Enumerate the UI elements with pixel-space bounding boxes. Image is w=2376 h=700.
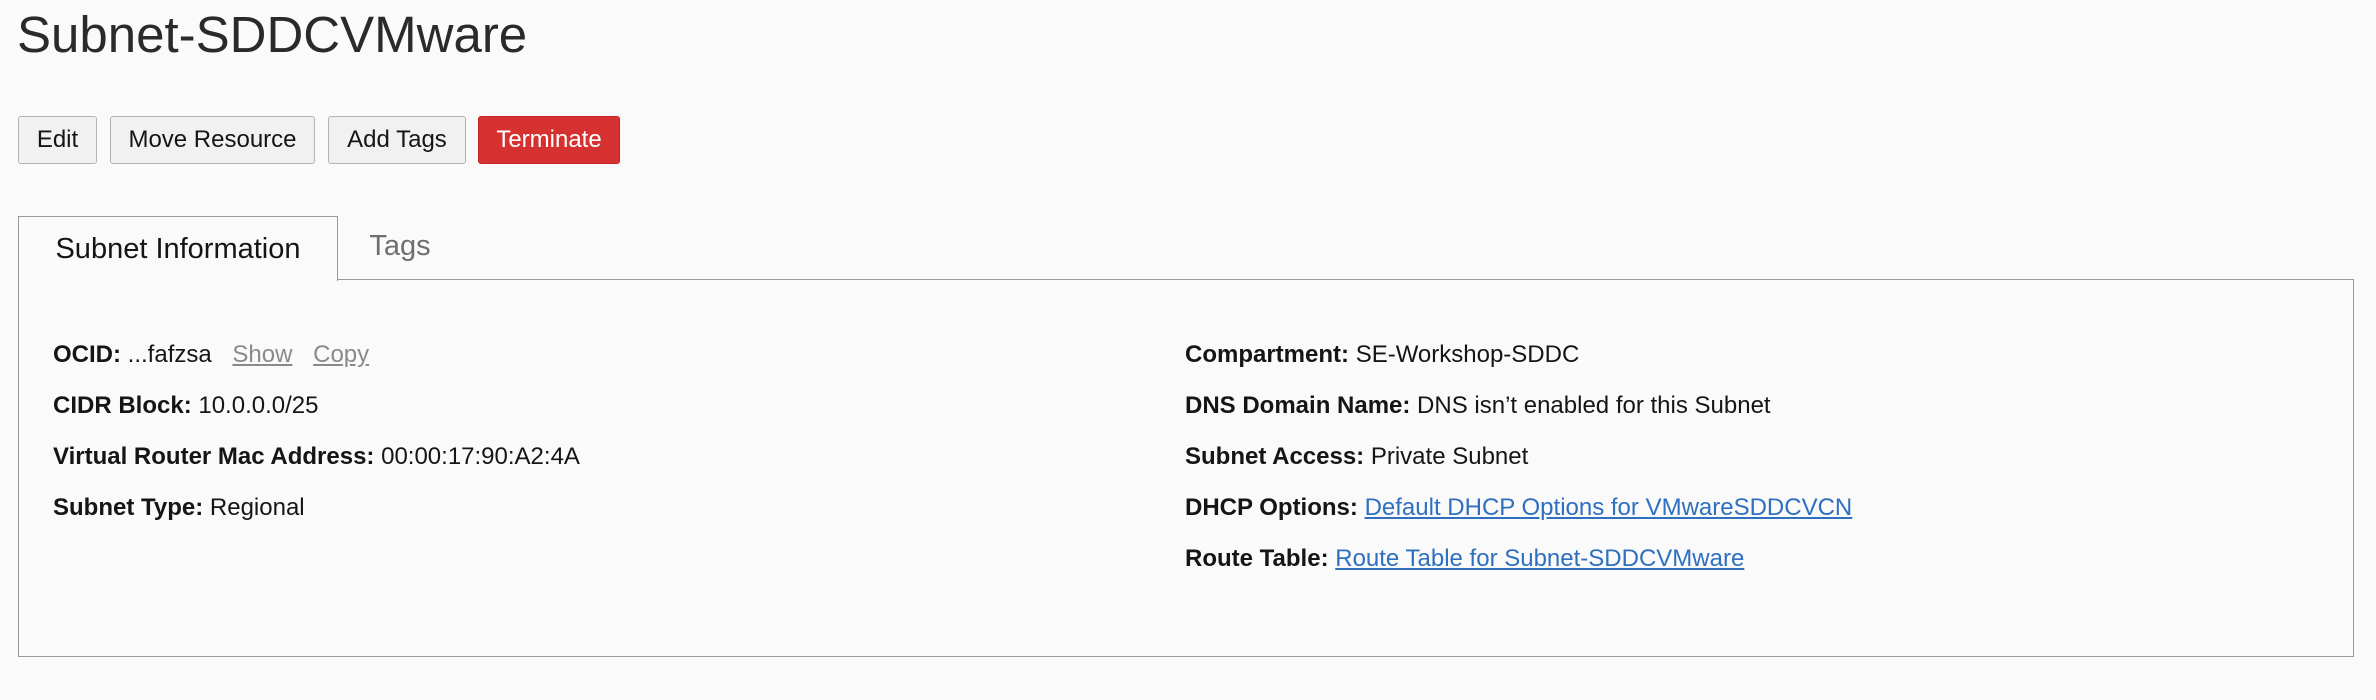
subnet-access-label: Subnet Access: [1185, 443, 1365, 470]
route-table-link[interactable]: Route Table for Subnet-SDDCVMware [1335, 545, 1744, 572]
ocid-copy-link[interactable]: Copy [313, 341, 369, 368]
virtual-router-mac-value: 00:00:17:90:A2:4A [381, 443, 580, 470]
ocid-show-link[interactable]: Show [232, 341, 292, 368]
dns-domain-name-value: DNS isn’t enabled for this Subnet [1417, 392, 1771, 419]
compartment-label: Compartment: [1185, 341, 1350, 368]
page-title: Subnet-SDDCVMware [17, 6, 528, 63]
edit-button[interactable]: Edit [18, 116, 97, 164]
cidr-block-field: CIDR Block: 10.0.0.0/25 [53, 391, 318, 421]
subnet-information-panel: OCID: ...fafzsa Show Copy CIDR Block: 10… [18, 279, 2354, 657]
ocid-field: OCID: ...fafzsa Show Copy [53, 340, 369, 370]
dhcp-options-link[interactable]: Default DHCP Options for VMwareSDDCVCN [1365, 494, 1853, 521]
move-resource-button[interactable]: Move Resource [110, 116, 315, 164]
dhcp-options-field: DHCP Options: Default DHCP Options for V… [1185, 493, 1852, 523]
compartment-field: Compartment: SE-Workshop-SDDC [1185, 340, 1579, 370]
route-table-field: Route Table: Route Table for Subnet-SDDC… [1185, 544, 1744, 574]
dns-domain-name-label: DNS Domain Name: [1185, 392, 1411, 419]
add-tags-button[interactable]: Add Tags [328, 116, 466, 164]
subnet-type-value: Regional [209, 494, 305, 521]
dns-domain-name-field: DNS Domain Name: DNS isn’t enabled for t… [1185, 391, 1771, 421]
cidr-block-value: 10.0.0.0/25 [198, 392, 319, 419]
route-table-label: Route Table: [1185, 545, 1329, 572]
subnet-access-value: Private Subnet [1370, 443, 1529, 470]
tab-subnet-information[interactable]: Subnet Information [18, 216, 338, 281]
ocid-label: OCID: [53, 341, 121, 368]
subnet-type-label: Subnet Type: [53, 494, 204, 521]
virtual-router-mac-label: Virtual Router Mac Address: [53, 443, 375, 470]
subnet-access-field: Subnet Access: Private Subnet [1185, 442, 1528, 472]
cidr-block-label: CIDR Block: [53, 392, 192, 419]
terminate-button[interactable]: Terminate [478, 116, 620, 164]
virtual-router-mac-field: Virtual Router Mac Address: 00:00:17:90:… [53, 442, 580, 472]
subnet-type-field: Subnet Type: Regional [53, 493, 305, 523]
ocid-value: ...fafzsa [127, 341, 212, 368]
dhcp-options-label: DHCP Options: [1185, 494, 1358, 521]
tab-tags[interactable]: Tags [340, 216, 460, 276]
compartment-value: SE-Workshop-SDDC [1355, 341, 1580, 368]
